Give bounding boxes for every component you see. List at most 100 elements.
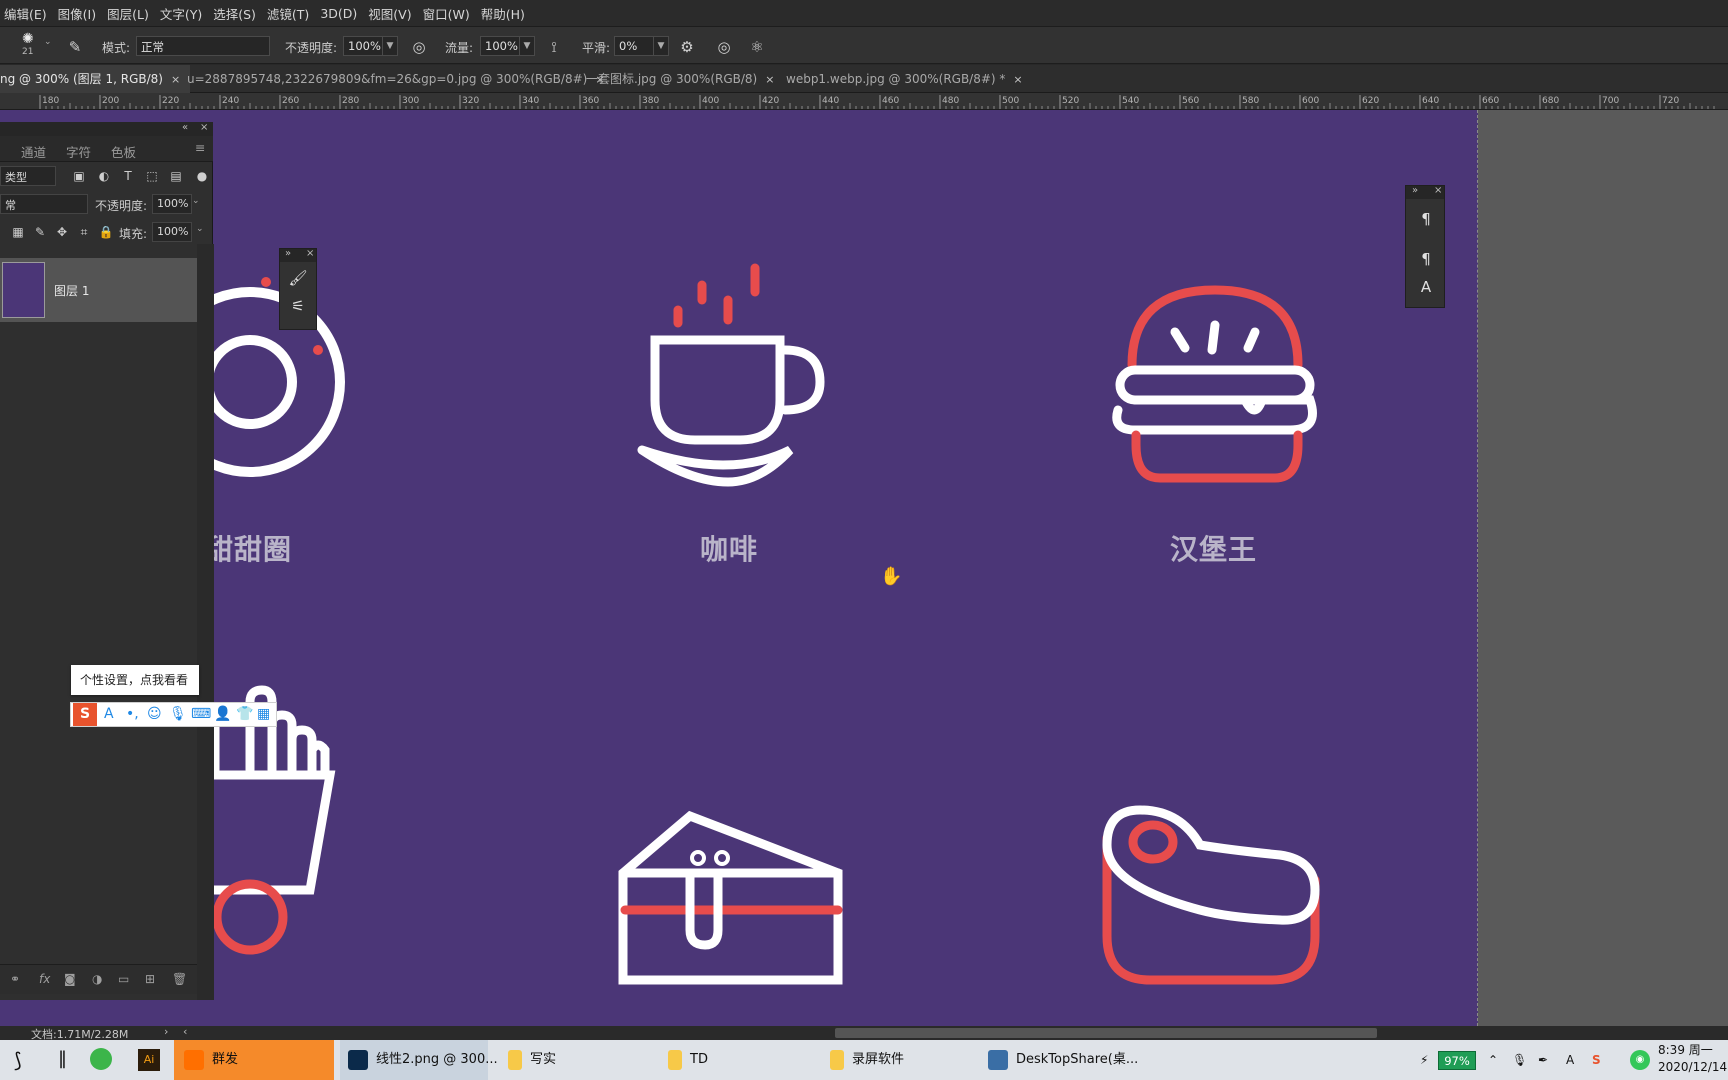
font-icon[interactable]: A	[104, 706, 114, 722]
skin-icon[interactable]: 👕	[236, 706, 253, 722]
power-icon[interactable]: ⚡	[1420, 1040, 1428, 1080]
sogou-icon[interactable]: S	[1592, 1040, 1601, 1080]
flow-input[interactable]: 100%	[480, 36, 520, 56]
microphone-icon[interactable]: 🎙	[1512, 1040, 1527, 1080]
tab-channels[interactable]: 通道	[21, 142, 46, 161]
browser-icon[interactable]	[90, 1048, 112, 1070]
scroll-left-icon[interactable]: ‹	[183, 1025, 187, 1038]
menu-select[interactable]: 选择(S)	[209, 4, 263, 23]
toolbox-icon[interactable]: ▦	[257, 706, 270, 722]
tab-document-1[interactable]: ng @ 300% (图层 1, RGB/8) ×	[0, 65, 191, 93]
layer-opacity-input[interactable]: 100%	[152, 194, 192, 214]
collapse-icon[interactable]: «	[182, 122, 188, 133]
mode-select[interactable]: 正常	[136, 36, 270, 56]
status-menu-icon[interactable]: ›	[164, 1025, 168, 1038]
taskbar-item-recorder[interactable]: 录屏软件	[830, 1040, 904, 1080]
filter-toggle-icon[interactable]: ●	[194, 169, 210, 183]
keyboard-icon[interactable]: ⌨	[191, 706, 211, 722]
pressure-size-icon[interactable]: ◎	[713, 36, 735, 58]
lock-transparency-icon[interactable]: ▦	[10, 225, 26, 239]
taskbar-item-td[interactable]: TD	[668, 1040, 708, 1080]
ime-icon[interactable]: A	[1566, 1040, 1574, 1080]
battery-indicator[interactable]: 97%	[1438, 1051, 1476, 1070]
opacity-dropdown[interactable]: ⌄	[192, 196, 200, 206]
sogou-logo-icon[interactable]: S	[73, 703, 97, 726]
menu-view[interactable]: 视图(V)	[364, 4, 418, 23]
lock-position-icon[interactable]: ✥	[54, 225, 70, 239]
paragraph-styles-icon[interactable]: ¶	[1414, 250, 1438, 268]
horizontal-scrollbar[interactable]	[835, 1028, 1377, 1038]
lock-pixels-icon[interactable]: ✎	[32, 225, 48, 239]
menu-window[interactable]: 窗口(W)	[419, 4, 477, 23]
fill-dropdown[interactable]: ⌄	[196, 224, 204, 234]
close-icon[interactable]: ×	[306, 248, 314, 259]
type-filter-icon[interactable]: T	[120, 169, 136, 183]
taskbar-item-photoshop[interactable]: 线性2.png @ 300...	[340, 1040, 498, 1080]
adjustment-filter-icon[interactable]: ◐	[96, 169, 112, 183]
tab-swatches[interactable]: 色板	[111, 142, 136, 161]
adjustment-layer-icon[interactable]: ◑	[92, 972, 102, 986]
pressure-opacity-icon[interactable]: ◎	[408, 36, 430, 58]
tab-document-4[interactable]: webp1.webp.jpg @ 300%(RGB/8#) * ×	[775, 65, 1033, 93]
smooth-input[interactable]: 0%	[614, 36, 656, 56]
smooth-dropdown[interactable]: ▼	[653, 36, 669, 56]
opacity-input[interactable]: 100%	[343, 36, 383, 56]
airbrush-icon[interactable]: ⟟	[543, 36, 565, 58]
tab-document-3[interactable]: 一套图标.jpg @ 300%(RGB/8) ×	[577, 65, 784, 93]
brush-panel-icon[interactable]: 🖌	[286, 269, 310, 287]
close-icon[interactable]: ×	[1434, 185, 1442, 196]
filter-kind-select[interactable]: 类型	[0, 166, 56, 186]
menu-edit[interactable]: 编辑(E)	[0, 4, 54, 23]
opacity-dropdown[interactable]: ▼	[382, 36, 398, 56]
chat-icon[interactable]: ◉	[1630, 1050, 1650, 1070]
tab-character[interactable]: 字符	[66, 142, 91, 161]
task-view-icon[interactable]: ‖	[58, 1048, 67, 1069]
punctuation-icon[interactable]: •,	[126, 706, 139, 722]
taskbar-item-desktopshare[interactable]: DeskTopShare(桌...	[988, 1040, 1138, 1080]
blend-mode-select[interactable]: 常	[0, 194, 88, 214]
start-icon[interactable]: ⟆	[14, 1048, 22, 1072]
lock-all-icon[interactable]: 🔒	[98, 225, 114, 239]
tab-document-2[interactable]: u=2887895748,2322679809&fm=26&gp=0.jpg @…	[177, 65, 615, 93]
shape-filter-icon[interactable]: ⬚	[144, 169, 160, 183]
fx-icon[interactable]: fx	[39, 972, 50, 986]
lock-artboard-icon[interactable]: ⌗	[76, 225, 92, 240]
pen-icon[interactable]: ✒	[1538, 1040, 1548, 1080]
collapse-icon[interactable]: »	[1412, 185, 1418, 196]
layer-row[interactable]: 图层 1	[0, 258, 197, 322]
link-layers-icon[interactable]: ⚭	[10, 972, 20, 986]
character-styles-icon[interactable]: A	[1414, 278, 1438, 296]
menu-image[interactable]: 图像(I)	[54, 4, 103, 23]
flow-dropdown[interactable]: ▼	[519, 36, 535, 56]
brush-settings-icon[interactable]: ✎	[64, 36, 86, 58]
collapse-icon[interactable]: »	[285, 248, 291, 259]
menu-layer[interactable]: 图层(L)	[103, 4, 156, 23]
smartobject-filter-icon[interactable]: ▤	[168, 169, 184, 183]
symmetry-icon[interactable]: ⚛	[746, 36, 768, 58]
menu-3d[interactable]: 3D(D)	[316, 6, 364, 21]
close-icon[interactable]: ×	[200, 122, 208, 133]
document-canvas[interactable]: 甜甜圈 咖啡 汉堡王 ✋	[0, 110, 1478, 1026]
gear-icon[interactable]: ⚙	[676, 36, 698, 58]
image-filter-icon[interactable]: ▣	[71, 169, 87, 183]
new-layer-icon[interactable]: ⊞	[145, 972, 155, 986]
trash-icon[interactable]: 🗑	[172, 972, 187, 986]
panel-menu-icon[interactable]: ≡	[195, 140, 205, 155]
layer-name[interactable]: 图层 1	[54, 282, 89, 299]
menu-help[interactable]: 帮助(H)	[477, 4, 532, 23]
illustrator-icon[interactable]: Ai	[138, 1049, 160, 1071]
taskbar-item-folder-realistic[interactable]: 写实	[508, 1040, 556, 1080]
chevron-up-icon[interactable]: ⌃	[1488, 1040, 1498, 1080]
close-icon[interactable]: ×	[1013, 73, 1022, 86]
brush-preset-picker[interactable]: ✺ 21 ⌄	[18, 31, 54, 61]
menu-type[interactable]: 文字(Y)	[156, 4, 209, 23]
microphone-icon[interactable]: 🎙	[169, 706, 187, 722]
new-group-icon[interactable]: ▭	[118, 972, 129, 986]
clock[interactable]: 8:39 周一 2020/12/14	[1658, 1042, 1728, 1076]
layer-mask-icon[interactable]: ◙	[64, 972, 76, 986]
horizontal-ruler[interactable]: 180 200 220 240 260 280 300 320 340 360 380 400 420 4…	[0, 93, 1728, 110]
paragraph-icon[interactable]: ¶	[1414, 210, 1438, 228]
close-icon[interactable]: ×	[765, 73, 774, 86]
user-icon[interactable]: 👤	[214, 706, 231, 722]
brush-settings-panel-icon[interactable]: ⚟	[286, 297, 310, 315]
